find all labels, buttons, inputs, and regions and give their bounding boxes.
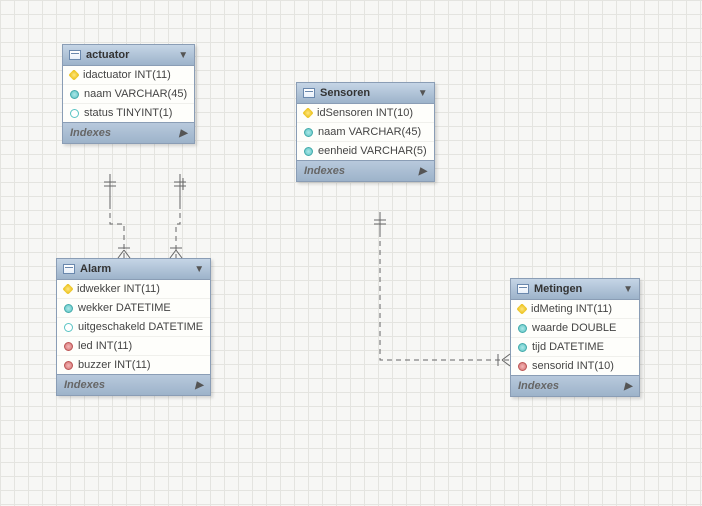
indexes-section[interactable]: Indexes▶	[57, 374, 210, 395]
fk-icon	[64, 342, 73, 351]
table-icon	[303, 88, 315, 98]
entity-title: Alarm	[80, 263, 111, 275]
expand-icon: ▶	[419, 166, 427, 177]
attr-icon	[518, 324, 527, 333]
attr-icon	[518, 343, 527, 352]
fk-icon	[518, 362, 527, 371]
pk-icon	[62, 283, 73, 294]
collapse-icon[interactable]: ▼	[178, 50, 188, 61]
entity-actuator[interactable]: actuator ▼ idactuator INT(11) naam VARCH…	[62, 44, 195, 144]
attr-icon	[70, 109, 79, 118]
column-row[interactable]: status TINYINT(1)	[63, 104, 194, 122]
entity-title: Sensoren	[320, 87, 370, 99]
expand-icon: ▶	[624, 381, 632, 392]
column-row[interactable]: eenheid VARCHAR(5)	[297, 142, 434, 160]
attr-icon	[64, 323, 73, 332]
attr-icon	[70, 90, 79, 99]
pk-icon	[516, 303, 527, 314]
column-row[interactable]: waarde DOUBLE	[511, 319, 639, 338]
entity-header[interactable]: Metingen ▼	[511, 279, 639, 300]
column-row[interactable]: idactuator INT(11)	[63, 66, 194, 85]
column-row[interactable]: uitgeschakeld DATETIME	[57, 318, 210, 337]
column-row[interactable]: naam VARCHAR(45)	[297, 123, 434, 142]
collapse-icon[interactable]: ▼	[623, 284, 633, 295]
column-row[interactable]: buzzer INT(11)	[57, 356, 210, 374]
indexes-section[interactable]: Indexes▶	[63, 122, 194, 143]
table-icon	[69, 50, 81, 60]
table-icon	[63, 264, 75, 274]
columns-list: idwekker INT(11) wekker DATETIME uitgesc…	[57, 280, 210, 374]
entity-header[interactable]: Sensoren ▼	[297, 83, 434, 104]
table-icon	[517, 284, 529, 294]
fk-icon	[64, 361, 73, 370]
collapse-icon[interactable]: ▼	[194, 264, 204, 275]
entity-alarm[interactable]: Alarm ▼ idwekker INT(11) wekker DATETIME…	[56, 258, 211, 396]
column-row[interactable]: idwekker INT(11)	[57, 280, 210, 299]
attr-icon	[64, 304, 73, 313]
indexes-section[interactable]: Indexes▶	[297, 160, 434, 181]
entity-metingen[interactable]: Metingen ▼ idMeting INT(11) waarde DOUBL…	[510, 278, 640, 397]
pk-icon	[302, 107, 313, 118]
pk-icon	[68, 69, 79, 80]
columns-list: idSensoren INT(10) naam VARCHAR(45) eenh…	[297, 104, 434, 160]
entity-header[interactable]: actuator ▼	[63, 45, 194, 66]
column-row[interactable]: idSensoren INT(10)	[297, 104, 434, 123]
column-row[interactable]: led INT(11)	[57, 337, 210, 356]
expand-icon: ▶	[179, 128, 187, 139]
column-row[interactable]: tijd DATETIME	[511, 338, 639, 357]
attr-icon	[304, 147, 313, 156]
entity-title: actuator	[86, 49, 129, 61]
column-row[interactable]: idMeting INT(11)	[511, 300, 639, 319]
columns-list: idactuator INT(11) naam VARCHAR(45) stat…	[63, 66, 194, 122]
column-row[interactable]: sensorid INT(10)	[511, 357, 639, 375]
entity-header[interactable]: Alarm ▼	[57, 259, 210, 280]
collapse-icon[interactable]: ▼	[418, 88, 428, 99]
column-row[interactable]: naam VARCHAR(45)	[63, 85, 194, 104]
entity-title: Metingen	[534, 283, 582, 295]
columns-list: idMeting INT(11) waarde DOUBLE tijd DATE…	[511, 300, 639, 375]
expand-icon: ▶	[195, 380, 203, 391]
column-row[interactable]: wekker DATETIME	[57, 299, 210, 318]
entity-sensoren[interactable]: Sensoren ▼ idSensoren INT(10) naam VARCH…	[296, 82, 435, 182]
indexes-section[interactable]: Indexes▶	[511, 375, 639, 396]
attr-icon	[304, 128, 313, 137]
